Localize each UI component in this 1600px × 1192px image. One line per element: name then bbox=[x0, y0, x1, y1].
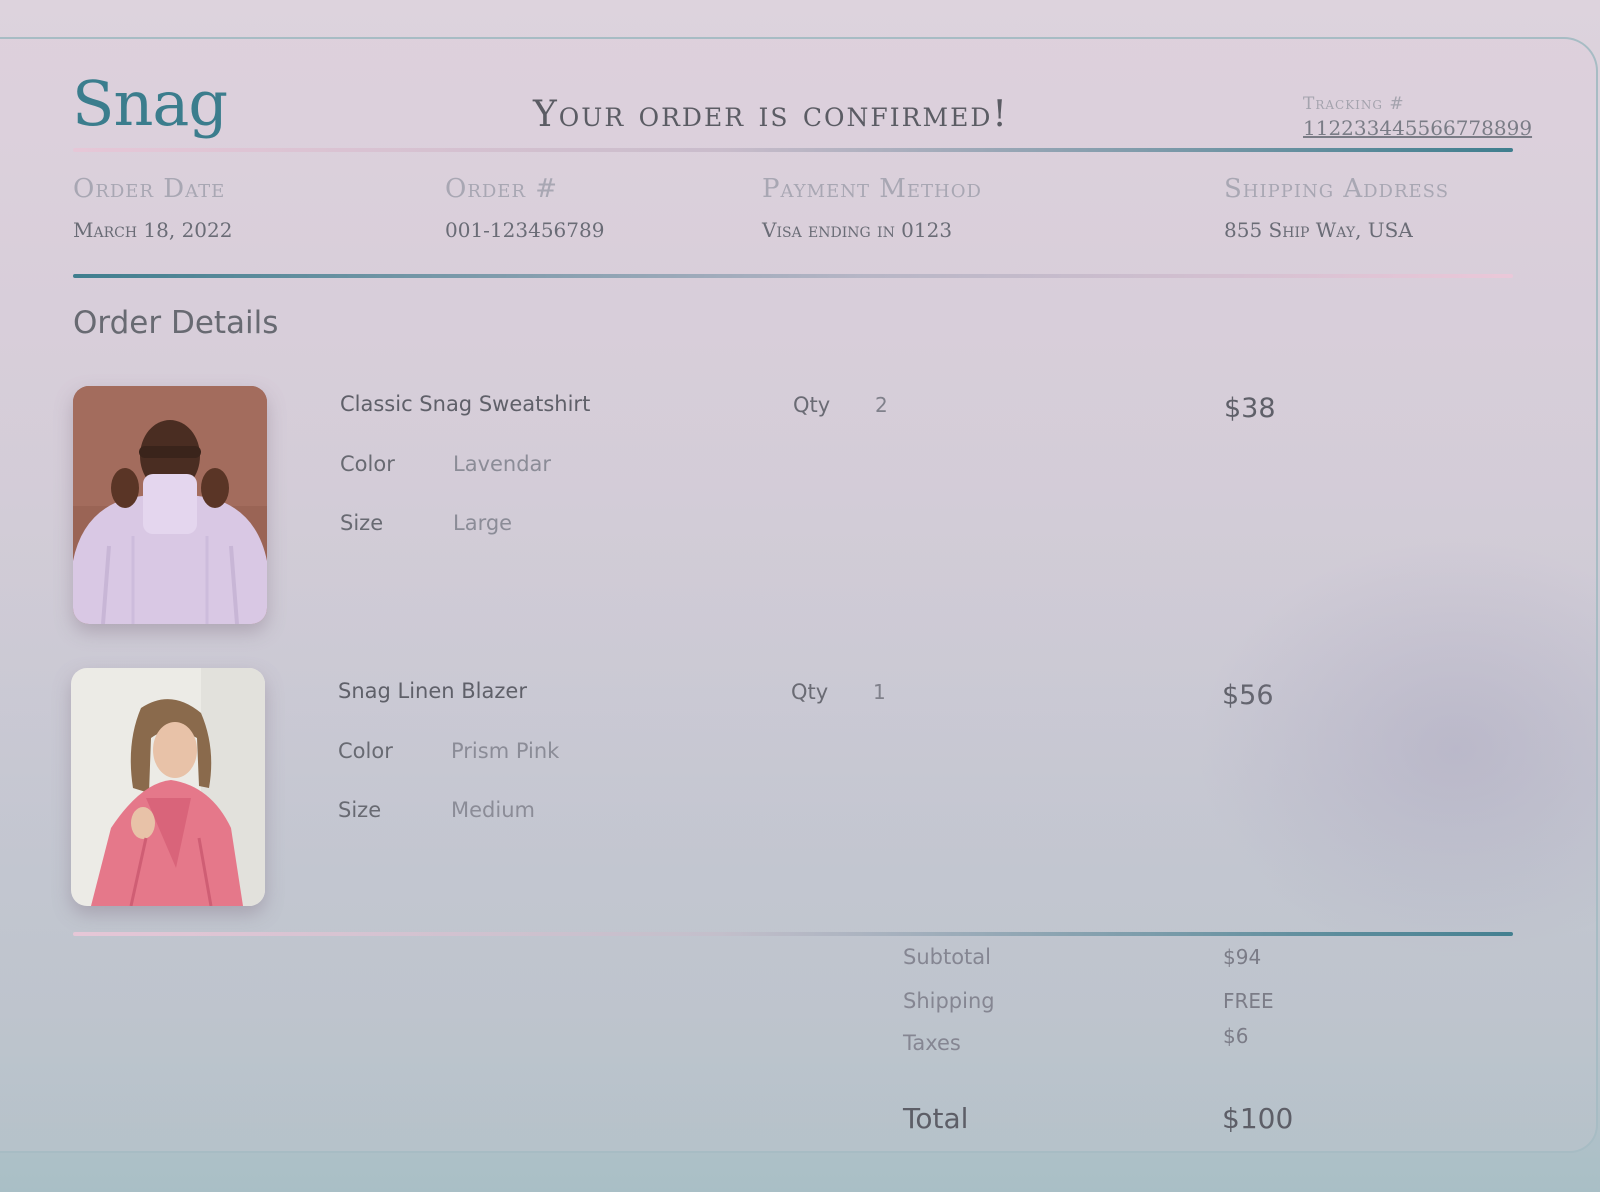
payment-method-label: Payment Method bbox=[762, 174, 982, 204]
order-date-value: March 18, 2022 bbox=[73, 218, 233, 242]
confirmation-headline: Your order is confirmed! bbox=[533, 94, 1009, 135]
item-color-value: Lavendar bbox=[453, 452, 552, 476]
tracking-number-link[interactable]: 112233445566778899 bbox=[1303, 116, 1532, 140]
tracking-block: Tracking # 112233445566778899 bbox=[1303, 94, 1532, 140]
tracking-label: Tracking # bbox=[1303, 94, 1405, 114]
item-name[interactable]: Snag Linen Blazer bbox=[338, 679, 527, 703]
shipping-label: Shipping bbox=[903, 989, 995, 1013]
item-qty-label: Qty bbox=[791, 680, 829, 704]
item-color-label: Color bbox=[340, 452, 395, 476]
item-size-label: Size bbox=[338, 798, 382, 822]
shipping-value: FREE bbox=[1223, 989, 1274, 1013]
subtotal-value: $94 bbox=[1223, 945, 1262, 969]
summary-divider bbox=[73, 932, 1513, 936]
item-color-label: Color bbox=[338, 739, 393, 763]
item-qty-value: 2 bbox=[875, 393, 888, 417]
order-details-title: Order Details bbox=[73, 305, 279, 341]
order-date-block: Order Date March 18, 2022 bbox=[73, 174, 232, 242]
product-image-blazer[interactable] bbox=[71, 668, 265, 906]
taxes-value: $6 bbox=[1223, 1024, 1249, 1048]
item-name[interactable]: Classic Snag Sweatshirt bbox=[340, 392, 590, 416]
item-qty-label: Qty bbox=[793, 393, 831, 417]
shipping-address-label: Shipping Address bbox=[1224, 174, 1450, 204]
order-number-block: Order # 001-123456789 bbox=[445, 174, 604, 242]
product-image-sweatshirt[interactable] bbox=[73, 386, 267, 624]
item-qty-value: 1 bbox=[873, 680, 886, 704]
taxes-label: Taxes bbox=[903, 1031, 961, 1055]
item-size-value: Large bbox=[453, 511, 513, 535]
brand-logo[interactable]: Snag bbox=[72, 67, 228, 140]
item-size-label: Size bbox=[340, 511, 384, 535]
total-value: $100 bbox=[1222, 1102, 1294, 1135]
payment-method-block: Payment Method Visa ending in 0123 bbox=[762, 174, 982, 242]
order-number-label: Order # bbox=[445, 174, 559, 204]
item-size-value: Medium bbox=[451, 798, 535, 822]
shipping-address-block: Shipping Address 855 Ship Way, USA bbox=[1224, 174, 1449, 242]
payment-method-value: Visa ending in 0123 bbox=[762, 218, 953, 242]
item-color-value: Prism Pink bbox=[451, 739, 560, 763]
order-number-value: 001-123456789 bbox=[445, 218, 605, 242]
item-price: $56 bbox=[1222, 680, 1274, 711]
order-confirmation-card: Snag Your order is confirmed! Tracking #… bbox=[0, 37, 1598, 1153]
info-divider bbox=[73, 274, 1513, 278]
total-label: Total bbox=[903, 1102, 969, 1135]
item-price: $38 bbox=[1224, 393, 1276, 424]
header-divider bbox=[73, 148, 1513, 152]
shipping-address-value: 855 Ship Way, USA bbox=[1224, 218, 1413, 242]
subtotal-label: Subtotal bbox=[903, 945, 991, 969]
order-date-label: Order Date bbox=[73, 174, 226, 204]
